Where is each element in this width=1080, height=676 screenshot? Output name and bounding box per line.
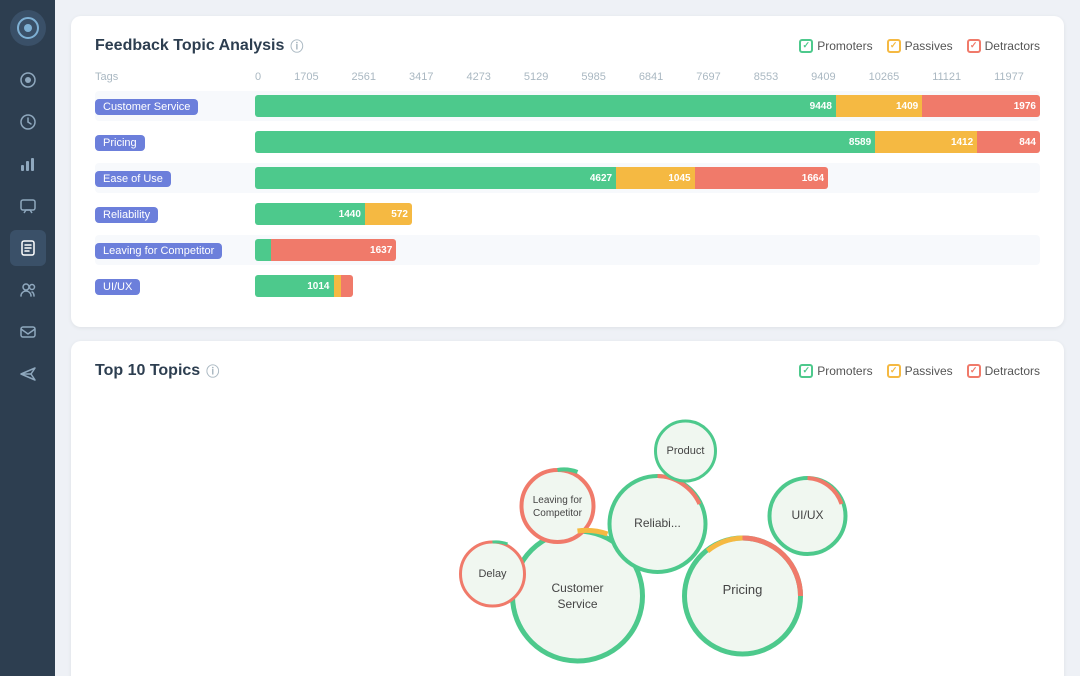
bar-passive: 1409 (836, 95, 922, 117)
top10-topics-card: Top 10 Topics ⓘ ✓ Promoters ✓ Passives ✓… (71, 341, 1064, 676)
bar-passive: 572 (365, 203, 412, 225)
top10-title: Top 10 Topics (95, 362, 200, 380)
top10-legend-promoters[interactable]: ✓ Promoters (799, 364, 872, 378)
top10-info-icon[interactable]: ⓘ (206, 361, 219, 380)
top10-title-group: Top 10 Topics ⓘ (95, 361, 219, 380)
tag-reliability: Reliability (95, 201, 255, 227)
tag-customer-service: Customer Service (95, 93, 255, 119)
bubble-reliability-label: Reliabi... (634, 516, 681, 530)
bubble-delay-label: Delay (478, 568, 507, 580)
top10-passives-check-icon: ✓ (887, 364, 901, 378)
legend-passives-label: Passives (905, 39, 953, 53)
top10-legend-passives-label: Passives (905, 364, 953, 378)
bar-passive: 1412 (875, 131, 977, 153)
feedback-topic-legend: ✓ Promoters ✓ Passives ✓ Detractors (799, 39, 1040, 53)
bubble-product-label: Product (667, 445, 705, 457)
promoters-check-icon: ✓ (799, 39, 813, 53)
send-icon[interactable] (10, 356, 46, 392)
feedback-topic-info-icon[interactable]: ⓘ (290, 36, 303, 55)
people-icon[interactable] (10, 272, 46, 308)
detractors-check-icon: ✓ (967, 39, 981, 53)
feedback-topic-card: Feedback Topic Analysis ⓘ ✓ Promoters ✓ … (71, 16, 1064, 327)
bubble-chart: Customer Service Pricing Reliabi... UI/U… (95, 396, 1040, 676)
bar-passive: 1045 (616, 167, 695, 189)
main-content: Feedback Topic Analysis ⓘ ✓ Promoters ✓ … (55, 0, 1080, 676)
table-row: UI/UX 1014 (95, 271, 1040, 301)
feedback-topic-title-group: Feedback Topic Analysis ⓘ (95, 36, 303, 55)
bar-leaving-competitor: 1637 (255, 238, 1040, 262)
bar-promoter: 4627 (255, 167, 616, 189)
svg-text:Service: Service (557, 597, 597, 611)
top10-detractors-check-icon: ✓ (967, 364, 981, 378)
bubble-customer-service-label: Customer (551, 581, 603, 595)
tags-header: Tags (95, 71, 255, 83)
bar-promoter: 9448 (255, 95, 836, 117)
bar-detractor (341, 275, 353, 297)
mail-icon[interactable] (10, 314, 46, 350)
top10-legend-detractors-label: Detractors (985, 364, 1040, 378)
feedback-topic-title: Feedback Topic Analysis (95, 37, 284, 55)
tag-ui-ux: UI/UX (95, 273, 255, 299)
legend-passives[interactable]: ✓ Passives (887, 39, 953, 53)
bar-passive (334, 275, 342, 297)
axis-row: Tags 0 1705 2561 3417 4273 5129 5985 684… (95, 71, 1040, 83)
axis-labels: 0 1705 2561 3417 4273 5129 5985 6841 769… (255, 71, 1024, 83)
legend-promoters-label: Promoters (817, 39, 872, 53)
bubble-svg: Customer Service Pricing Reliabi... UI/U… (95, 396, 1040, 676)
bar-ease-of-use: 4627 1045 1664 (255, 166, 1040, 190)
logo[interactable] (10, 10, 46, 46)
table-row: Customer Service 9448 1409 1976 (95, 91, 1040, 121)
tag-ease-of-use: Ease of Use (95, 165, 255, 191)
table-row: Leaving for Competitor 1637 (95, 235, 1040, 265)
bar-detractor: 1637 (271, 239, 397, 261)
feedback-topic-header: Feedback Topic Analysis ⓘ ✓ Promoters ✓ … (95, 36, 1040, 55)
bar-pricing: 8589 1412 844 (255, 130, 1040, 154)
home-icon[interactable] (10, 62, 46, 98)
passives-check-icon: ✓ (887, 39, 901, 53)
bar-reliability: 1440 572 (255, 202, 1040, 226)
top10-promoters-check-icon: ✓ (799, 364, 813, 378)
sidebar (0, 0, 55, 676)
bubble-pricing-label: Pricing (723, 582, 763, 597)
bar-ui-ux: 1014 (255, 274, 1040, 298)
bar-detractor: 844 (977, 131, 1040, 153)
legend-detractors-label: Detractors (985, 39, 1040, 53)
table-row: Pricing 8589 1412 844 (95, 127, 1040, 157)
message-icon[interactable] (10, 188, 46, 224)
top10-legend-promoters-label: Promoters (817, 364, 872, 378)
top10-legend-passives[interactable]: ✓ Passives (887, 364, 953, 378)
bar-detractor: 1664 (695, 167, 828, 189)
top10-header: Top 10 Topics ⓘ ✓ Promoters ✓ Passives ✓… (95, 361, 1040, 380)
table-row: Reliability 1440 572 (95, 199, 1040, 229)
bubble-leaving-label: Leaving for (533, 495, 583, 506)
top10-legend-detractors[interactable]: ✓ Detractors (967, 364, 1040, 378)
clock-icon[interactable] (10, 104, 46, 140)
document-icon[interactable] (10, 230, 46, 266)
bar-customer-service: 9448 1409 1976 (255, 94, 1040, 118)
legend-promoters[interactable]: ✓ Promoters (799, 39, 872, 53)
tag-leaving-competitor: Leaving for Competitor (95, 237, 255, 263)
table-row: Ease of Use 4627 1045 1664 (95, 163, 1040, 193)
bar-promoter (255, 239, 271, 261)
top10-legend: ✓ Promoters ✓ Passives ✓ Detractors (799, 364, 1040, 378)
legend-detractors[interactable]: ✓ Detractors (967, 39, 1040, 53)
bar-detractor: 1976 (922, 95, 1040, 117)
bar-promoter: 8589 (255, 131, 875, 153)
chart-icon[interactable] (10, 146, 46, 182)
bar-promoter: 1014 (255, 275, 334, 297)
svg-text:Competitor: Competitor (533, 508, 583, 519)
tag-pricing: Pricing (95, 129, 255, 155)
bar-promoter: 1440 (255, 203, 365, 225)
bubble-uiux-label: UI/UX (791, 508, 823, 522)
